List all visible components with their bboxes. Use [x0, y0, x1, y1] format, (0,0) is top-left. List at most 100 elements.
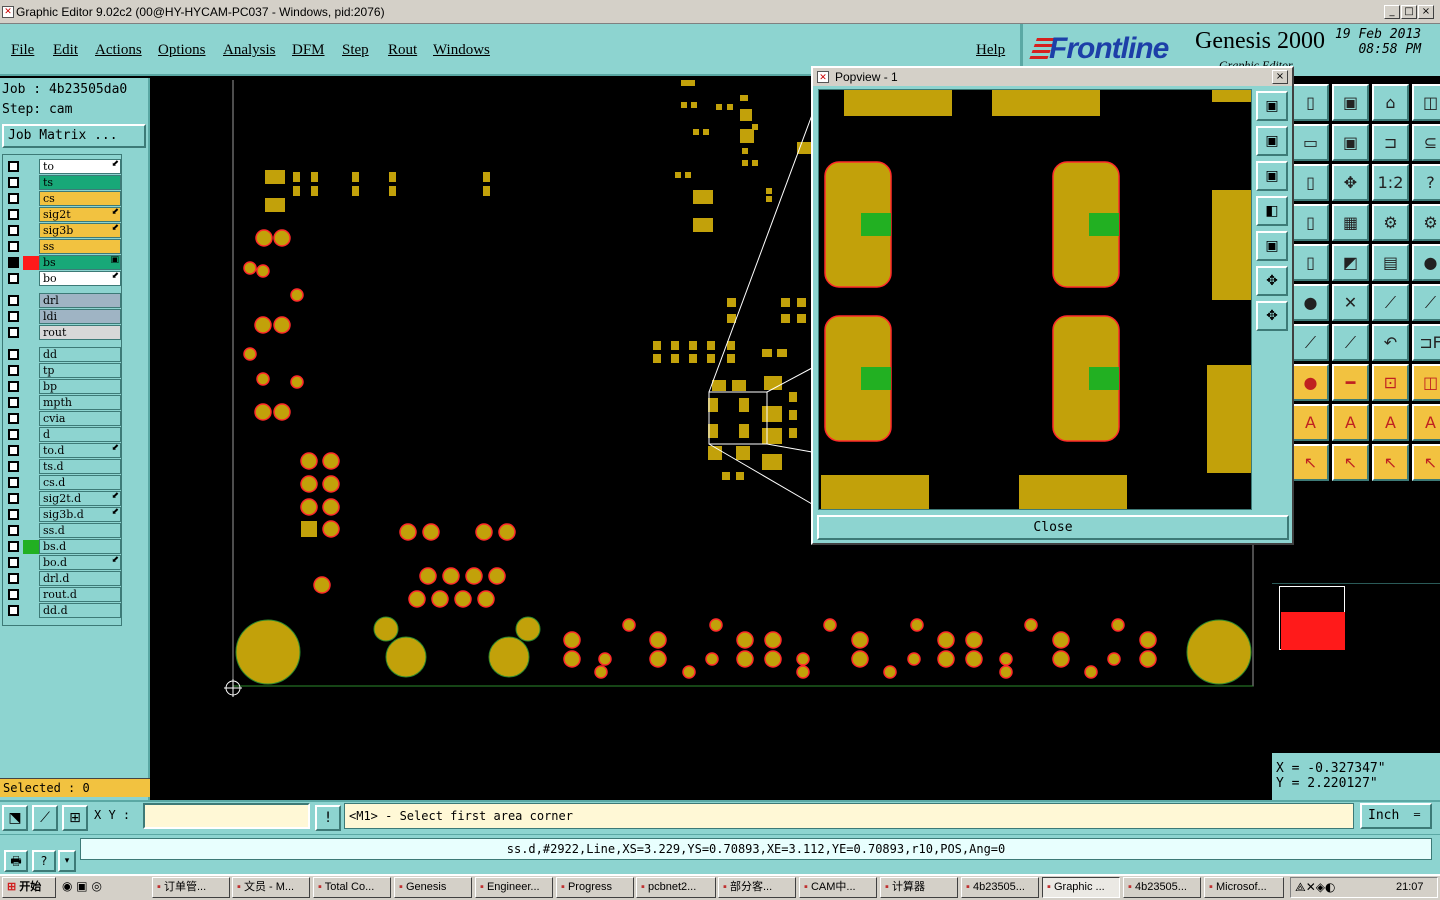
- printer-icon[interactable]: 🖶: [4, 850, 28, 872]
- layer-checkbox[interactable]: [8, 541, 19, 552]
- layer-checkbox[interactable]: [8, 525, 19, 536]
- taskbar-item[interactable]: ▪ pcbnet2...: [636, 877, 716, 898]
- layer-checkbox[interactable]: [8, 365, 19, 376]
- pan-icon[interactable]: ✥: [1256, 266, 1288, 296]
- job-matrix-button[interactable]: Job Matrix ...: [2, 124, 146, 148]
- layer-color-swatch[interactable]: [23, 572, 39, 586]
- pointer-icon[interactable]: ↖: [1292, 444, 1329, 481]
- taskbar-item[interactable]: ▪ Microsof...: [1204, 877, 1284, 898]
- layer-color-swatch[interactable]: [23, 492, 39, 506]
- zoom-in-icon[interactable]: ▣: [1256, 91, 1288, 121]
- measure-tool-icon[interactable]: ⟋: [32, 805, 58, 831]
- taskbar-item[interactable]: ▪ Total Co...: [313, 877, 391, 898]
- line-icon[interactable]: ⟋: [1372, 284, 1409, 321]
- layer-name[interactable]: bo.d: [39, 555, 121, 570]
- layer-row-mpth[interactable]: mpth: [5, 395, 121, 410]
- slash-icon[interactable]: ⟋: [1332, 324, 1369, 361]
- taskbar-item[interactable]: ▪ Graphic ...: [1042, 877, 1120, 898]
- layer-name[interactable]: bs.d: [39, 539, 121, 554]
- mask-icon[interactable]: ▯: [1292, 244, 1329, 281]
- grid-icon[interactable]: ◫: [1412, 84, 1440, 121]
- layer-color-swatch[interactable]: [23, 588, 39, 602]
- layer-checkbox[interactable]: [8, 349, 19, 360]
- menu-options[interactable]: Options: [158, 42, 206, 59]
- layer-color-swatch[interactable]: [23, 444, 39, 458]
- arc-icon[interactable]: ⟋: [1412, 284, 1440, 321]
- pointer-icon[interactable]: ↖: [1332, 444, 1369, 481]
- layer-row-dd[interactable]: dd: [5, 347, 121, 362]
- layer-checkbox[interactable]: [8, 311, 19, 322]
- layer-row-sig2t[interactable]: sig2t ⬋: [5, 207, 121, 222]
- layer-checkbox[interactable]: [8, 241, 19, 252]
- layer-color-swatch[interactable]: [23, 556, 39, 570]
- layer-row-ss[interactable]: ss: [5, 239, 121, 254]
- layer-row-d[interactable]: d: [5, 427, 121, 442]
- layer-color-swatch[interactable]: [23, 326, 39, 340]
- snap-icon[interactable]: ▦: [1332, 204, 1369, 241]
- quicklaunch-icons[interactable]: ◉ ▣ ◎: [62, 879, 142, 897]
- layer-checkbox[interactable]: [8, 445, 19, 456]
- layer-name[interactable]: drl.d: [39, 571, 121, 586]
- layer-color-swatch[interactable]: [23, 364, 39, 378]
- taskbar-item[interactable]: ▪ 部分客...: [718, 877, 796, 898]
- menu-rout[interactable]: Rout: [388, 42, 417, 59]
- layer-name[interactable]: ts: [39, 175, 121, 190]
- close-button[interactable]: ×: [1418, 5, 1434, 19]
- center-icon[interactable]: ⊡: [1372, 364, 1409, 401]
- shape-icon[interactable]: ▯: [1292, 84, 1329, 121]
- layer-color-swatch[interactable]: [23, 240, 39, 254]
- layer-name[interactable]: cs: [39, 191, 121, 206]
- zoom-back-icon[interactable]: ◧: [1256, 196, 1288, 226]
- edge-icon[interactable]: ⟋: [1292, 324, 1329, 361]
- taskbar-item[interactable]: ▪ 4b23505...: [1123, 877, 1201, 898]
- minimize-button[interactable]: _: [1384, 5, 1400, 19]
- layer-row-sig3b[interactable]: sig3b ⬋: [5, 223, 121, 238]
- menu-dfm[interactable]: DFM: [292, 42, 325, 59]
- layer-row-drl[interactable]: drl: [5, 293, 121, 308]
- layer-color-swatch[interactable]: [23, 476, 39, 490]
- layer-checkbox[interactable]: [8, 209, 19, 220]
- taskbar-item[interactable]: ▪ Engineer...: [475, 877, 553, 898]
- center-icon[interactable]: ✥: [1256, 301, 1288, 331]
- layer-row-sig2t-d[interactable]: sig2t.d ⬋: [5, 491, 121, 506]
- scale-icon[interactable]: 1:2: [1372, 164, 1409, 201]
- layer-name[interactable]: d: [39, 427, 121, 442]
- layer-checkbox[interactable]: [8, 413, 19, 424]
- layer-row-bs[interactable]: bs ▣: [5, 255, 121, 270]
- taskbar-item[interactable]: ▪ Genesis: [394, 877, 472, 898]
- layer-color-swatch[interactable]: [23, 192, 39, 206]
- layer-checkbox[interactable]: [8, 257, 19, 268]
- group-icon[interactable]: ◫: [1412, 364, 1440, 401]
- layer-color-swatch[interactable]: [23, 412, 39, 426]
- text-icon[interactable]: A: [1412, 404, 1440, 441]
- layer-name[interactable]: sig2t: [39, 207, 121, 222]
- layer-row-dd-d[interactable]: dd.d: [5, 603, 121, 618]
- layer-color-swatch[interactable]: [23, 428, 39, 442]
- layer-name[interactable]: dd.d: [39, 603, 121, 618]
- layer-color-swatch[interactable]: [23, 310, 39, 324]
- layer-color-swatch[interactable]: [23, 272, 39, 286]
- layer-color-swatch[interactable]: [23, 604, 39, 618]
- warning-icon[interactable]: !: [315, 805, 341, 831]
- layer-name[interactable]: dd: [39, 347, 121, 362]
- layer-row-tp[interactable]: tp: [5, 363, 121, 378]
- expand-icon[interactable]: ▾: [58, 850, 76, 872]
- layer-name[interactable]: sig3b: [39, 223, 121, 238]
- xy-input[interactable]: [143, 803, 310, 829]
- popview-title-bar[interactable]: ✕ Popview - 1: [813, 68, 1292, 86]
- layer-checkbox[interactable]: [8, 273, 19, 284]
- layer-row-cvia[interactable]: cvia: [5, 411, 121, 426]
- popview-close-button[interactable]: Close: [817, 515, 1289, 540]
- text-icon[interactable]: A: [1292, 404, 1329, 441]
- unit-selector[interactable]: Inch ═: [1360, 803, 1432, 829]
- layer-row-sig3b-d[interactable]: sig3b.d ⬋: [5, 507, 121, 522]
- layer-checkbox[interactable]: [8, 327, 19, 338]
- layer-checkbox[interactable]: [8, 429, 19, 440]
- pointer-icon[interactable]: ↖: [1372, 444, 1409, 481]
- move-icon[interactable]: ✥: [1332, 164, 1369, 201]
- layer-color-swatch[interactable]: [23, 508, 39, 522]
- popview-canvas[interactable]: [818, 89, 1252, 510]
- taskbar-item[interactable]: ▪ 文员 - M...: [232, 877, 310, 898]
- layer-color-swatch[interactable]: [23, 176, 39, 190]
- layer-checkbox[interactable]: [8, 397, 19, 408]
